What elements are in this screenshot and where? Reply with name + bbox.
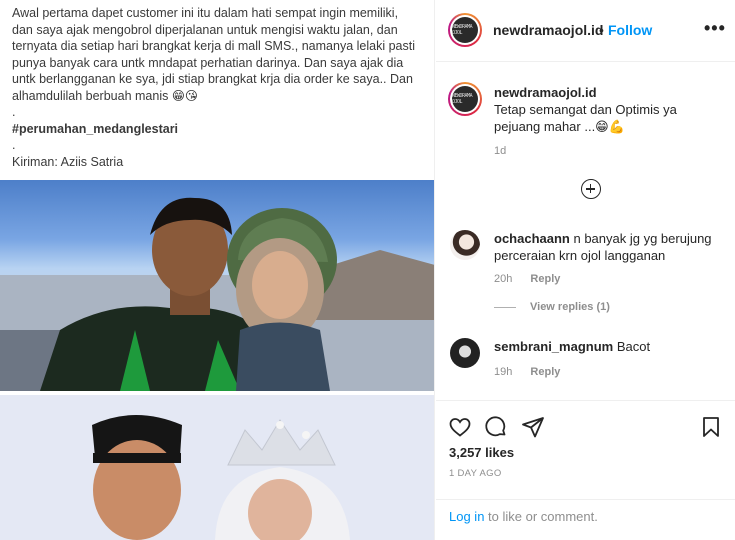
image-caption-text: Awal pertama dapet customer ini itu dala… bbox=[0, 0, 434, 180]
post-header: NEWDRAMA OJOL newdramaojol.id • Follow •… bbox=[436, 0, 735, 62]
commenter-username[interactable]: sembrani_magnum bbox=[494, 339, 613, 354]
separator-dot: • bbox=[599, 22, 604, 38]
login-link[interactable]: Log in bbox=[449, 509, 484, 524]
caption-avatar-image: NEWDRAMA OJOL bbox=[452, 86, 478, 112]
comment-icon[interactable] bbox=[484, 415, 508, 439]
comments-list[interactable]: NEWDRAMA OJOL newdramaojol.id Tetap sema… bbox=[436, 63, 735, 398]
comment-timestamp[interactable]: 20h bbox=[494, 273, 512, 285]
caption-timestamp[interactable]: 1d bbox=[494, 145, 506, 157]
wedding-photo bbox=[0, 395, 434, 540]
post-actions: 3,257 likes 1 DAY AGO Log in to like or … bbox=[436, 400, 735, 540]
login-prompt: Log in to like or comment. bbox=[436, 499, 735, 533]
image-caption-line: Awal pertama dapet customer ini itu dala… bbox=[12, 6, 399, 20]
replies-divider-line bbox=[494, 306, 516, 308]
comment-body: sembrani_magnum Bacot bbox=[494, 338, 724, 355]
comment-meta: 19h Reply bbox=[494, 366, 560, 378]
commenter-avatar[interactable] bbox=[450, 230, 480, 260]
image-caption-line: alhamdulilah berbuah manis 😁😘 bbox=[12, 88, 198, 103]
follow-button[interactable]: Follow bbox=[608, 22, 652, 38]
image-caption-line: untk berlangganan ke sya, jdi stiap bran… bbox=[12, 72, 413, 86]
image-caption-line: dan saya ajak mengobrol diperjalanan unt… bbox=[12, 22, 398, 37]
bookmark-icon[interactable] bbox=[699, 415, 723, 439]
comment-body: ochachaann n banyak jg yg berujung perce… bbox=[494, 230, 724, 264]
image-caption-line: . bbox=[12, 105, 16, 119]
image-caption-line: punya banyak cara untk mndapat perhatian… bbox=[12, 55, 404, 70]
reply-button[interactable]: Reply bbox=[530, 273, 560, 285]
caption-text: Tetap semangat dan Optimis ya pejuang ma… bbox=[494, 102, 677, 134]
author-username[interactable]: newdramaojol.id bbox=[493, 22, 603, 38]
image-caption-credit: Kiriman: Aziis Satria bbox=[12, 154, 124, 169]
likes-count[interactable]: 3,257 likes bbox=[449, 445, 514, 460]
image-caption-line: . bbox=[12, 138, 16, 152]
login-prompt-text: to like or comment. bbox=[484, 509, 598, 524]
more-options-icon[interactable]: ••• bbox=[704, 18, 726, 39]
caption-username[interactable]: newdramaojol.id bbox=[494, 85, 597, 100]
post-image[interactable]: Awal pertama dapet customer ini itu dala… bbox=[0, 0, 435, 540]
view-replies-label: View replies (1) bbox=[530, 301, 610, 313]
comment-timestamp[interactable]: 19h bbox=[494, 366, 512, 378]
selfie-photo bbox=[0, 180, 434, 391]
commenter-username[interactable]: ochachaann bbox=[494, 231, 570, 246]
comment-meta: 20h Reply bbox=[494, 273, 560, 285]
wedding-illustration bbox=[0, 395, 434, 540]
post-date[interactable]: 1 DAY AGO bbox=[449, 468, 502, 479]
image-caption-hashtag: #perumahan_medanglestari bbox=[12, 121, 179, 136]
comment-text: Bacot bbox=[616, 339, 651, 354]
view-replies-button[interactable]: View replies (1) bbox=[494, 301, 610, 313]
heart-icon[interactable] bbox=[448, 415, 472, 439]
post-details-panel: NEWDRAMA OJOL newdramaojol.id • Follow •… bbox=[436, 0, 735, 540]
caption-author-avatar[interactable]: NEWDRAMA OJOL bbox=[448, 82, 482, 116]
reply-button[interactable]: Reply bbox=[530, 366, 560, 378]
author-avatar[interactable]: NEWDRAMA OJOL bbox=[448, 13, 482, 47]
selfie-illustration bbox=[0, 197, 434, 391]
share-icon[interactable] bbox=[521, 415, 545, 439]
image-caption-line: ternyata dia setiap hari brangkat kerja … bbox=[12, 39, 415, 53]
commenter-avatar[interactable] bbox=[450, 338, 480, 368]
load-more-comments-icon[interactable] bbox=[581, 179, 601, 199]
author-avatar-image: NEWDRAMA OJOL bbox=[452, 17, 478, 43]
